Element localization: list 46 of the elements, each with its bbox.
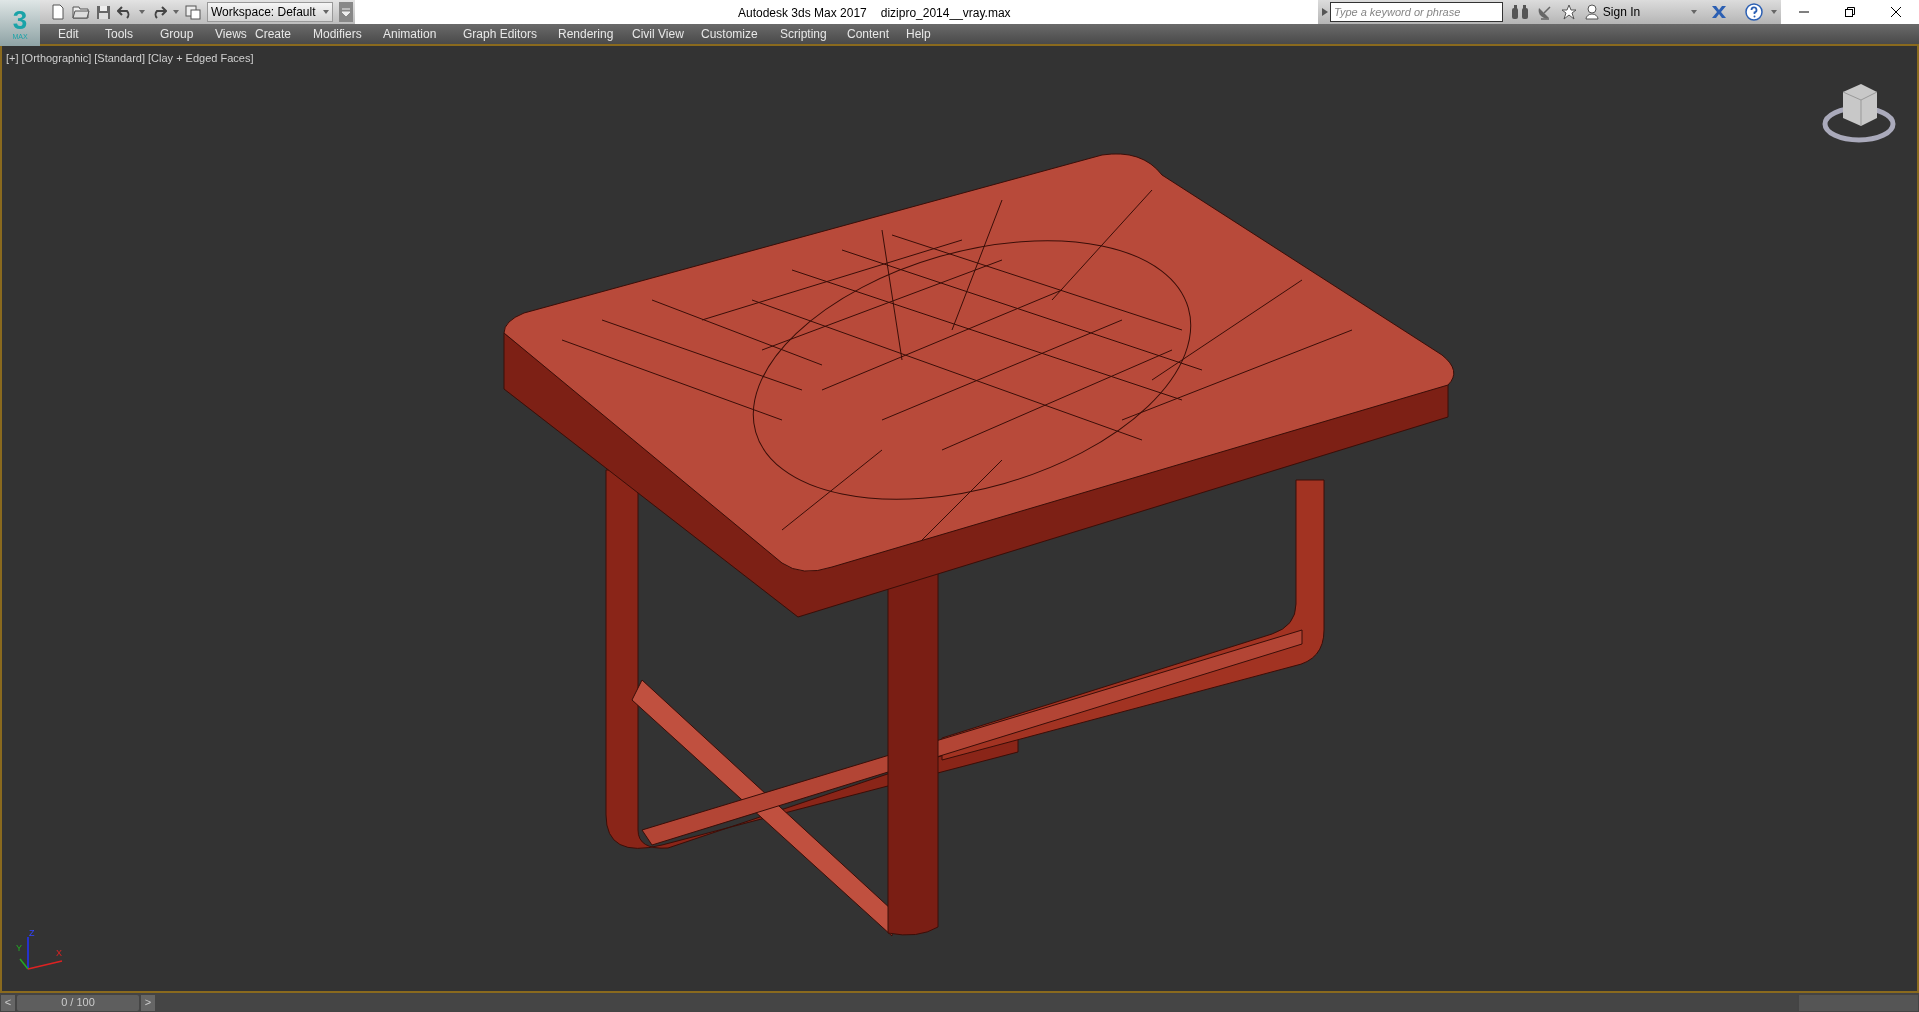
menu-item[interactable]: Customize — [699, 25, 778, 43]
menu-item[interactable]: Graph Editors — [461, 25, 556, 43]
project-folder-icon[interactable] — [185, 4, 201, 20]
axis-label: X — [56, 949, 62, 958]
new-file-icon[interactable] — [50, 4, 66, 20]
caret-icon — [323, 10, 329, 14]
viewport[interactable]: [+] [Orthographic] [Standard] [Clay + Edged Faces] Z Y X — [0, 46, 1919, 993]
viewport-label[interactable]: [Orthographic] — [21, 50, 92, 67]
help-icon[interactable] — [1745, 3, 1763, 21]
menu-item[interactable]: Group — [158, 25, 213, 43]
menu-item[interactable]: Modifiers — [311, 25, 381, 43]
app-title: Autodesk 3ds Max 2017 — [738, 5, 867, 22]
axis-label: Y — [16, 944, 22, 953]
next-frame-button[interactable]: > — [141, 994, 155, 1011]
axis-label: Z — [29, 929, 35, 938]
workspace-dropdown[interactable]: Workspace: Default — [207, 2, 333, 22]
file-name: dizipro_2014__vray.max — [880, 5, 1011, 22]
menu-item[interactable]: Civil View — [630, 25, 699, 43]
satellite-dish-icon[interactable] — [1536, 4, 1553, 20]
menu-item[interactable]: Edit — [56, 25, 103, 43]
caret-icon[interactable] — [173, 10, 179, 14]
binoculars-icon[interactable] — [1510, 4, 1529, 20]
viewport-label[interactable]: [Clay + Edged Faces] — [148, 50, 254, 67]
previous-frame-button[interactable]: < — [1, 994, 15, 1011]
search-field[interactable]: Type a keyword or phrase — [1330, 2, 1503, 22]
sign-in-button[interactable]: Sign In — [1584, 3, 1683, 21]
menu-item[interactable]: Help — [904, 25, 944, 43]
menu-item[interactable]: Rendering — [556, 25, 630, 43]
user-icon — [1584, 4, 1599, 20]
viewport-label[interactable]: [Standard] — [94, 50, 145, 67]
viewport-label[interactable]: [+] — [6, 50, 19, 67]
toolbar-menu-icon[interactable] — [339, 2, 353, 22]
caret-icon[interactable] — [1691, 10, 1697, 14]
menu-item[interactable]: Tools — [103, 25, 158, 43]
menu-item[interactable]: Scripting — [778, 25, 845, 43]
menu-item[interactable]: Content — [845, 25, 904, 43]
menu-item[interactable]: Create — [253, 25, 311, 43]
caret-icon[interactable] — [139, 10, 145, 14]
open-folder-icon[interactable] — [72, 4, 90, 20]
menu-item[interactable]: Animation — [381, 25, 461, 43]
exchange-x-icon[interactable] — [1711, 5, 1727, 19]
time-slider-thumb[interactable]: 0 / 100 — [17, 994, 139, 1011]
save-icon[interactable] — [96, 4, 111, 20]
caret-icon[interactable] — [1771, 10, 1777, 14]
star-icon[interactable] — [1560, 4, 1577, 20]
menu-item[interactable]: Views — [213, 25, 253, 43]
